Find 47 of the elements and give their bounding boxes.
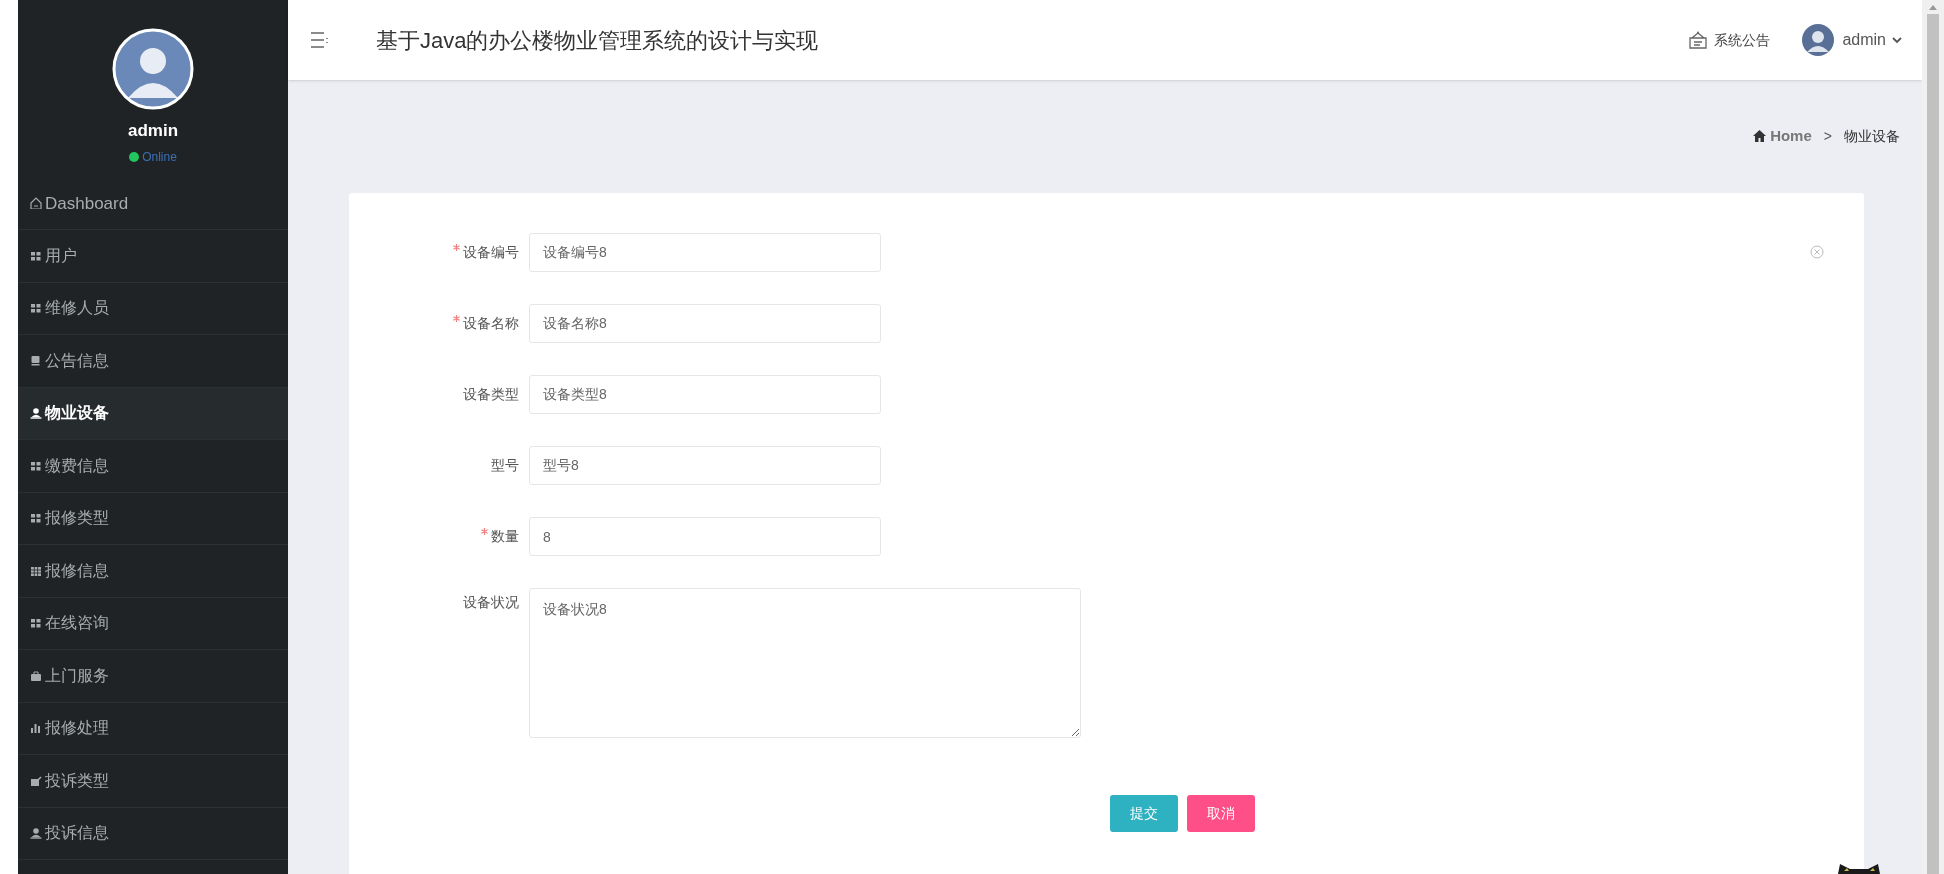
breadcrumb-current: 物业设备 [1844, 126, 1900, 146]
field-label: 设备类型 [463, 385, 519, 404]
edit-icon [30, 774, 42, 787]
scroll-up-icon[interactable] [1929, 4, 1937, 10]
page-title: 基于Java的办公楼物业管理系统的设计与实现 [376, 26, 819, 55]
cat-icon [1836, 864, 1882, 874]
close-icon[interactable] [1810, 245, 1824, 259]
field-label: 设备编号 [463, 243, 519, 262]
input-field[interactable]: 型号8 [529, 446, 881, 485]
user-menu[interactable]: admin [1842, 28, 1886, 52]
menu-icon[interactable] [310, 30, 330, 50]
field-label: 数量 [491, 527, 519, 546]
input-field[interactable]: 设备类型8 [529, 375, 881, 414]
bookmark-icon [30, 354, 42, 367]
table-icon [30, 564, 42, 577]
user-avatar[interactable] [1802, 24, 1835, 56]
field-label: 设备状况 [463, 593, 519, 612]
notice-link[interactable]: 系统公告 [1714, 29, 1771, 51]
required-asterisk-icon [481, 528, 488, 535]
input-field[interactable]: 设备编号8 [529, 233, 881, 272]
grid-icon [30, 249, 42, 262]
bar-chart-icon [30, 722, 42, 735]
home-icon [1753, 130, 1767, 142]
field-label: 设备名称 [463, 314, 519, 333]
chevron-down-icon[interactable] [1892, 36, 1902, 44]
required-asterisk-icon [453, 315, 460, 322]
field-label: 型号 [491, 456, 519, 475]
home-icon [30, 197, 42, 210]
notice-icon[interactable] [1688, 30, 1709, 50]
user-icon [30, 827, 42, 840]
user-icon [30, 407, 42, 420]
input-field[interactable]: 8 [529, 517, 881, 556]
input-field[interactable]: 设备名称8 [529, 304, 881, 343]
briefcase-icon [30, 669, 42, 682]
grid-icon [30, 617, 42, 630]
breadcrumb-separator: > [1823, 126, 1832, 146]
textarea-field[interactable]: 设备状况8 [529, 588, 1081, 738]
user-name: admin [127, 120, 179, 142]
grid-icon [30, 512, 42, 525]
scrollbar[interactable] [1922, 0, 1944, 874]
breadcrumb-link[interactable]: Home [1770, 124, 1812, 148]
required-asterisk-icon [453, 244, 460, 251]
grid-icon [30, 302, 42, 315]
scrollbar-thumb[interactable] [1927, 14, 1939, 874]
grid-icon [30, 459, 42, 472]
sidebar-item[interactable]: 物业设备 [18, 387, 288, 440]
online-status: Online [142, 148, 177, 166]
